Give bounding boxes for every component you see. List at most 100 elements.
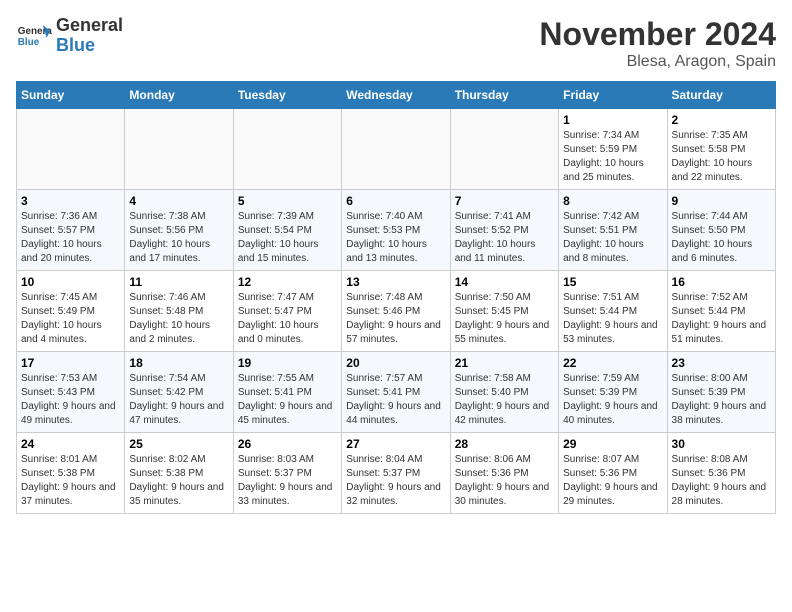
day-info: Sunrise: 7:59 AMSunset: 5:39 PMDaylight:… xyxy=(563,372,662,428)
header-day-monday: Monday xyxy=(125,82,233,109)
day-info: Sunrise: 8:06 AMSunset: 5:36 PMDaylight:… xyxy=(455,453,554,509)
day-number: 1 xyxy=(563,113,662,127)
logo-icon: General Blue xyxy=(16,18,52,54)
calendar-cell: 19 Sunrise: 7:55 AMSunset: 5:41 PMDayligh… xyxy=(233,352,341,433)
day-info: Sunrise: 8:01 AMSunset: 5:38 PMDaylight:… xyxy=(21,453,120,509)
calendar-cell: 4 Sunrise: 7:38 AMSunset: 5:56 PMDaylight… xyxy=(125,190,233,271)
header-day-tuesday: Tuesday xyxy=(233,82,341,109)
week-row-4: 17 Sunrise: 7:53 AMSunset: 5:43 PMDayligh… xyxy=(17,352,776,433)
calendar-header: SundayMondayTuesdayWednesdayThursdayFrid… xyxy=(17,82,776,109)
day-number: 18 xyxy=(129,356,228,370)
calendar-cell: 13 Sunrise: 7:48 AMSunset: 5:46 PMDayligh… xyxy=(342,271,450,352)
header-day-friday: Friday xyxy=(559,82,667,109)
day-number: 13 xyxy=(346,275,445,289)
day-info: Sunrise: 8:02 AMSunset: 5:38 PMDaylight:… xyxy=(129,453,228,509)
day-number: 20 xyxy=(346,356,445,370)
calendar-cell: 10 Sunrise: 7:45 AMSunset: 5:49 PMDayligh… xyxy=(17,271,125,352)
day-number: 12 xyxy=(238,275,337,289)
day-number: 14 xyxy=(455,275,554,289)
day-number: 15 xyxy=(563,275,662,289)
day-info: Sunrise: 8:07 AMSunset: 5:36 PMDaylight:… xyxy=(563,453,662,509)
day-info: Sunrise: 7:47 AMSunset: 5:47 PMDaylight:… xyxy=(238,291,337,347)
calendar-cell xyxy=(233,109,341,190)
calendar-cell xyxy=(342,109,450,190)
day-number: 16 xyxy=(672,275,771,289)
day-number: 2 xyxy=(672,113,771,127)
calendar-cell: 28 Sunrise: 8:06 AMSunset: 5:36 PMDayligh… xyxy=(450,433,558,514)
calendar-cell: 20Sunrise: 7:57 AMSunset: 5:41 PMDayligh… xyxy=(342,352,450,433)
day-number: 28 xyxy=(455,437,554,451)
week-row-5: 24 Sunrise: 8:01 AMSunset: 5:38 PMDayligh… xyxy=(17,433,776,514)
day-number: 23 xyxy=(672,356,771,370)
day-info: Sunrise: 7:40 AMSunset: 5:53 PMDaylight:… xyxy=(346,210,445,266)
day-number: 19 xyxy=(238,356,337,370)
calendar-table: SundayMondayTuesdayWednesdayThursdayFrid… xyxy=(16,81,776,514)
day-number: 30 xyxy=(672,437,771,451)
day-info: Sunrise: 7:58 AMSunset: 5:40 PMDaylight:… xyxy=(455,372,554,428)
day-number: 27 xyxy=(346,437,445,451)
day-info: Sunrise: 7:44 AMSunset: 5:50 PMDaylight:… xyxy=(672,210,771,266)
header-day-wednesday: Wednesday xyxy=(342,82,450,109)
day-info: Sunrise: 7:45 AMSunset: 5:49 PMDaylight:… xyxy=(21,291,120,347)
day-number: 7 xyxy=(455,194,554,208)
header-row: SundayMondayTuesdayWednesdayThursdayFrid… xyxy=(17,82,776,109)
page-header: General Blue General Blue November 2024 … xyxy=(16,16,776,71)
calendar-cell: 5Sunrise: 7:39 AMSunset: 5:54 PMDaylight… xyxy=(233,190,341,271)
day-number: 29 xyxy=(563,437,662,451)
day-info: Sunrise: 7:38 AMSunset: 5:56 PMDaylight:… xyxy=(129,210,228,266)
calendar-cell: 14 Sunrise: 7:50 AMSunset: 5:45 PMDayligh… xyxy=(450,271,558,352)
calendar-cell: 30Sunrise: 8:08 AMSunset: 5:36 PMDayligh… xyxy=(667,433,775,514)
calendar-cell: 15Sunrise: 7:51 AMSunset: 5:44 PMDayligh… xyxy=(559,271,667,352)
day-number: 8 xyxy=(563,194,662,208)
day-number: 10 xyxy=(21,275,120,289)
day-number: 5 xyxy=(238,194,337,208)
calendar-cell: 26 Sunrise: 8:03 AMSunset: 5:37 PMDayligh… xyxy=(233,433,341,514)
header-day-sunday: Sunday xyxy=(17,82,125,109)
day-info: Sunrise: 7:34 AMSunset: 5:59 PMDaylight:… xyxy=(563,129,662,185)
week-row-3: 10 Sunrise: 7:45 AMSunset: 5:49 PMDayligh… xyxy=(17,271,776,352)
header-day-saturday: Saturday xyxy=(667,82,775,109)
logo-text: General Blue xyxy=(56,16,123,56)
header-day-thursday: Thursday xyxy=(450,82,558,109)
calendar-cell: 23 Sunrise: 8:00 AMSunset: 5:39 PMDayligh… xyxy=(667,352,775,433)
day-info: Sunrise: 8:03 AMSunset: 5:37 PMDaylight:… xyxy=(238,453,337,509)
day-info: Sunrise: 7:53 AMSunset: 5:43 PMDaylight:… xyxy=(21,372,120,428)
day-number: 11 xyxy=(129,275,228,289)
logo-blue: Blue xyxy=(56,36,123,56)
calendar-cell xyxy=(450,109,558,190)
logo: General Blue General Blue xyxy=(16,16,123,56)
day-number: 3 xyxy=(21,194,120,208)
title-block: November 2024 Blesa, Aragon, Spain xyxy=(539,16,776,71)
calendar-cell xyxy=(125,109,233,190)
day-info: Sunrise: 7:35 AMSunset: 5:58 PMDaylight:… xyxy=(672,129,771,185)
day-number: 24 xyxy=(21,437,120,451)
calendar-body: 1 Sunrise: 7:34 AMSunset: 5:59 PMDaylight… xyxy=(17,109,776,514)
day-info: Sunrise: 7:42 AMSunset: 5:51 PMDaylight:… xyxy=(563,210,662,266)
day-info: Sunrise: 7:50 AMSunset: 5:45 PMDaylight:… xyxy=(455,291,554,347)
day-number: 26 xyxy=(238,437,337,451)
week-row-2: 3Sunrise: 7:36 AMSunset: 5:57 PMDaylight… xyxy=(17,190,776,271)
calendar-cell: 18 Sunrise: 7:54 AMSunset: 5:42 PMDayligh… xyxy=(125,352,233,433)
svg-text:Blue: Blue xyxy=(18,37,40,48)
calendar-cell xyxy=(17,109,125,190)
calendar-title: November 2024 xyxy=(539,16,776,53)
day-info: Sunrise: 7:46 AMSunset: 5:48 PMDaylight:… xyxy=(129,291,228,347)
day-number: 22 xyxy=(563,356,662,370)
day-number: 17 xyxy=(21,356,120,370)
day-info: Sunrise: 7:54 AMSunset: 5:42 PMDaylight:… xyxy=(129,372,228,428)
day-info: Sunrise: 8:00 AMSunset: 5:39 PMDaylight:… xyxy=(672,372,771,428)
calendar-cell: 24 Sunrise: 8:01 AMSunset: 5:38 PMDayligh… xyxy=(17,433,125,514)
calendar-cell: 16Sunrise: 7:52 AMSunset: 5:44 PMDayligh… xyxy=(667,271,775,352)
calendar-cell: 11 Sunrise: 7:46 AMSunset: 5:48 PMDayligh… xyxy=(125,271,233,352)
calendar-cell: 22 Sunrise: 7:59 AMSunset: 5:39 PMDayligh… xyxy=(559,352,667,433)
day-info: Sunrise: 7:55 AMSunset: 5:41 PMDaylight:… xyxy=(238,372,337,428)
calendar-cell: 17 Sunrise: 7:53 AMSunset: 5:43 PMDayligh… xyxy=(17,352,125,433)
calendar-cell: 21Sunrise: 7:58 AMSunset: 5:40 PMDayligh… xyxy=(450,352,558,433)
day-number: 9 xyxy=(672,194,771,208)
day-info: Sunrise: 7:48 AMSunset: 5:46 PMDaylight:… xyxy=(346,291,445,347)
day-number: 4 xyxy=(129,194,228,208)
calendar-cell: 8 Sunrise: 7:42 AMSunset: 5:51 PMDaylight… xyxy=(559,190,667,271)
calendar-cell: 12 Sunrise: 7:47 AMSunset: 5:47 PMDayligh… xyxy=(233,271,341,352)
calendar-cell: 27Sunrise: 8:04 AMSunset: 5:37 PMDayligh… xyxy=(342,433,450,514)
calendar-subtitle: Blesa, Aragon, Spain xyxy=(539,53,776,71)
